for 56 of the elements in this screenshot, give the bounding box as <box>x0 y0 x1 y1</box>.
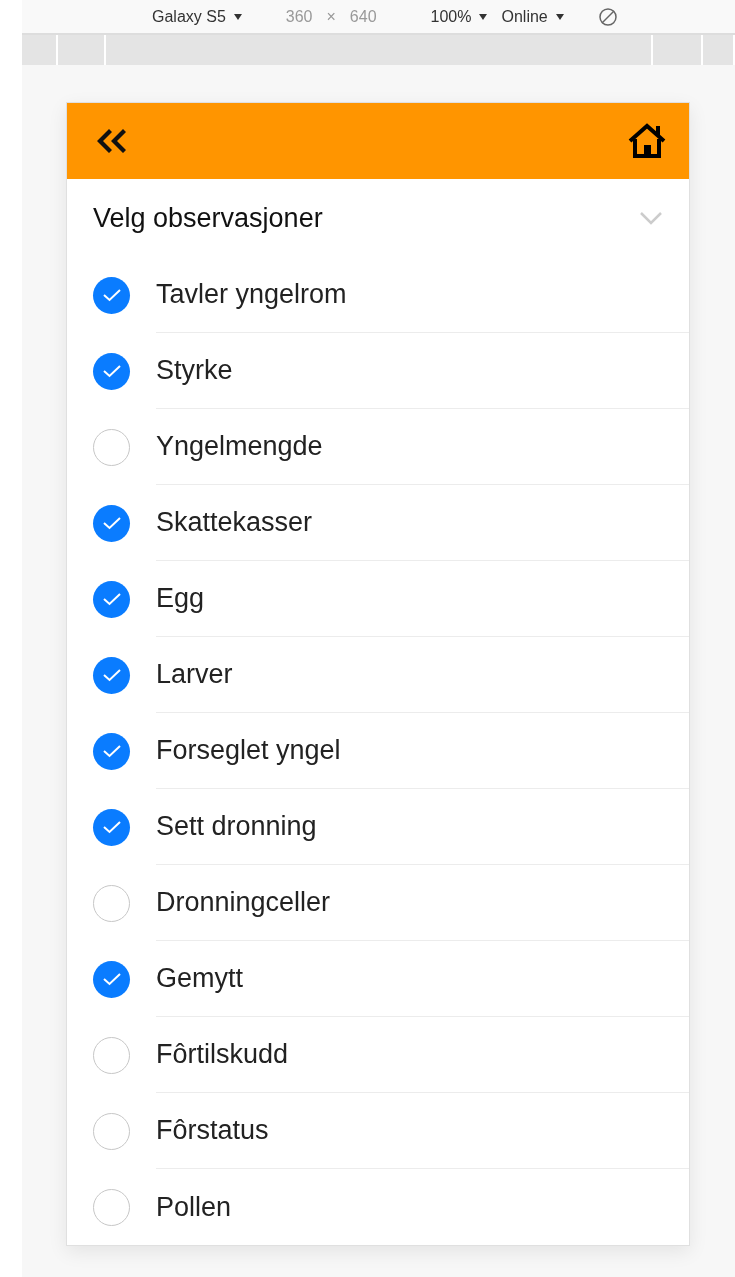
option-label: Fôrtilskudd <box>156 1039 289 1070</box>
zoom-dropdown[interactable]: 100% <box>430 7 488 26</box>
observation-select[interactable]: Velg observasjoner <box>67 179 689 257</box>
checkbox[interactable] <box>93 504 130 542</box>
observation-option[interactable]: Dronningceller <box>67 865 689 941</box>
observation-option[interactable]: Skattekasser <box>67 485 689 561</box>
option-label: Larver <box>156 659 233 690</box>
option-label: Fôrstatus <box>156 1115 269 1146</box>
checkmark-icon <box>101 288 122 302</box>
option-label: Pollen <box>156 1191 232 1223</box>
checkbox[interactable] <box>93 732 130 770</box>
home-button[interactable] <box>627 123 667 159</box>
observation-option[interactable]: Larver <box>67 637 689 713</box>
network-dropdown[interactable]: Online <box>501 7 564 26</box>
observation-option[interactable]: Fôrstatus <box>67 1093 689 1169</box>
observation-option[interactable]: Forseglet yngel <box>67 713 689 789</box>
observation-option[interactable]: Tavler yngelrom <box>67 257 689 333</box>
checkmark-icon <box>101 972 122 986</box>
checkbox[interactable] <box>93 1112 130 1150</box>
checkbox[interactable] <box>93 884 130 922</box>
observation-option[interactable]: Pollen <box>67 1169 689 1245</box>
checkmark-icon <box>101 668 122 682</box>
checkbox[interactable] <box>93 1036 130 1074</box>
checkbox[interactable] <box>93 352 130 390</box>
checkbox[interactable] <box>93 276 130 314</box>
device-dropdown[interactable]: Galaxy S5 <box>152 7 242 26</box>
dimension-separator: × <box>326 7 336 26</box>
checkbox[interactable] <box>93 1188 130 1226</box>
observation-option[interactable]: Styrke <box>67 333 689 409</box>
checkmark-icon <box>101 744 122 758</box>
observation-option[interactable]: Yngelmengde <box>67 409 689 485</box>
checkmark-icon <box>101 820 122 834</box>
checkbox[interactable] <box>93 428 130 466</box>
checkmark-icon <box>101 364 122 378</box>
caret-icon <box>479 14 488 21</box>
checkbox[interactable] <box>93 580 130 618</box>
checkmark-icon <box>101 592 122 606</box>
observation-option[interactable]: Gemytt <box>67 941 689 1017</box>
observation-option[interactable]: Egg <box>67 561 689 637</box>
option-label: Egg <box>156 583 205 614</box>
option-label: Styrke <box>156 355 233 386</box>
caret-icon <box>555 14 564 21</box>
option-label: Sett dronning <box>156 811 317 842</box>
observation-option[interactable]: Sett dronning <box>67 789 689 865</box>
option-label: Gemytt <box>156 963 243 994</box>
checkbox[interactable] <box>93 960 130 998</box>
option-label: Tavler yngelrom <box>156 279 347 310</box>
checkbox[interactable] <box>93 656 130 694</box>
option-label: Dronningceller <box>156 887 331 918</box>
checkbox[interactable] <box>93 808 130 846</box>
observation-option[interactable]: Fôrtilskudd <box>67 1017 689 1093</box>
checkmark-icon <box>101 516 122 530</box>
option-label: Skattekasser <box>156 507 313 538</box>
caret-icon <box>233 14 242 21</box>
option-label: Yngelmengde <box>156 431 323 462</box>
option-label: Forseglet yngel <box>156 735 341 766</box>
